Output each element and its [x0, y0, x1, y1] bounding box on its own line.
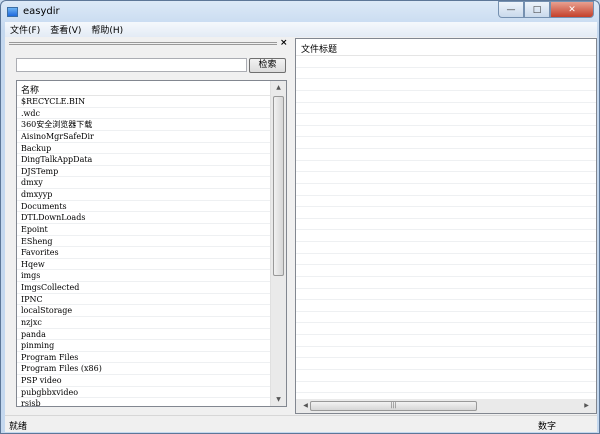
- app-window: easydir — □ ✕ 文件(F) 查看(V) 帮助(H) × 检索 名称 …: [0, 0, 600, 434]
- list-item[interactable]: Documents: [17, 201, 271, 213]
- empty-row: [296, 300, 596, 312]
- window-title: easydir: [23, 6, 60, 17]
- list-item[interactable]: imgs: [17, 270, 271, 282]
- left-pane: × 检索 名称 $RECYCLE.BIN .wdc 360安全浏览器下载 Aisino…: [5, 38, 291, 414]
- empty-row: [296, 358, 596, 370]
- list-item[interactable]: .wdc: [17, 108, 271, 120]
- list-item[interactable]: $RECYCLE.BIN: [17, 96, 271, 108]
- empty-row: [296, 265, 596, 277]
- list-item[interactable]: localStorage: [17, 305, 271, 317]
- empty-row: [296, 103, 596, 115]
- empty-row: [296, 230, 596, 242]
- empty-row: [296, 242, 596, 254]
- directory-list: 名称 $RECYCLE.BIN .wdc 360安全浏览器下载 AisinoMgrSa…: [16, 80, 287, 407]
- horizontal-scrollbar[interactable]: ◀ ||| ▶: [296, 399, 596, 413]
- empty-row: [296, 161, 596, 173]
- list-item[interactable]: pinming: [17, 340, 271, 352]
- list-item[interactable]: rsjsb: [17, 398, 271, 406]
- list-item[interactable]: Backup: [17, 143, 271, 155]
- empty-row: [296, 149, 596, 161]
- menu-bar: 文件(F) 查看(V) 帮助(H): [5, 22, 597, 37]
- empty-row: [296, 91, 596, 103]
- empty-row: [296, 68, 596, 80]
- status-bar: 就绪 数字: [5, 415, 597, 432]
- empty-row: [296, 277, 596, 289]
- list-item[interactable]: Program Files (x86): [17, 363, 271, 375]
- list-item[interactable]: panda: [17, 329, 271, 341]
- list-item[interactable]: PSP video: [17, 375, 271, 387]
- list-item[interactable]: DJSTemp: [17, 166, 271, 178]
- menu-view[interactable]: 查看(V): [45, 22, 86, 37]
- empty-row: [296, 335, 596, 347]
- list-item[interactable]: dmxyyp: [17, 189, 271, 201]
- status-text: 就绪: [9, 422, 28, 432]
- list-item[interactable]: 360安全浏览器下载: [17, 119, 271, 131]
- empty-row: [296, 126, 596, 138]
- empty-row: [296, 347, 596, 359]
- empty-row: [296, 323, 596, 335]
- column-header-name[interactable]: 名称: [17, 81, 271, 96]
- menu-help[interactable]: 帮助(H): [86, 22, 128, 37]
- list-item[interactable]: Epoint: [17, 224, 271, 236]
- empty-row: [296, 137, 596, 149]
- search-button[interactable]: 检索: [249, 58, 286, 73]
- list-item[interactable]: Favorites: [17, 247, 271, 259]
- empty-row: [296, 219, 596, 231]
- minimize-button[interactable]: —: [498, 1, 524, 18]
- app-icon: [7, 7, 18, 17]
- scroll-thumb[interactable]: [273, 96, 284, 276]
- pane-grip[interactable]: [9, 42, 277, 45]
- list-item[interactable]: IPNC: [17, 294, 271, 306]
- pane-close-icon[interactable]: ×: [280, 38, 288, 48]
- close-button[interactable]: ✕: [550, 1, 594, 18]
- empty-row: [296, 370, 596, 382]
- empty-row: [296, 172, 596, 184]
- empty-row: [296, 254, 596, 266]
- list-item[interactable]: Hqew: [17, 259, 271, 271]
- hscroll-thumb[interactable]: |||: [310, 401, 477, 411]
- numlock-indicator: 数字: [538, 422, 557, 432]
- column-header-file-title[interactable]: 文件标题: [296, 39, 596, 56]
- scroll-down-icon[interactable]: ▼: [271, 396, 286, 403]
- list-item[interactable]: ESheng: [17, 236, 271, 248]
- list-item[interactable]: DingTalkAppData: [17, 154, 271, 166]
- list-item[interactable]: nzjxc: [17, 317, 271, 329]
- empty-row: [296, 382, 596, 394]
- list-item[interactable]: Program Files: [17, 352, 271, 364]
- file-title-pane: 文件标题 ◀ ||| ▶: [295, 38, 597, 414]
- list-item[interactable]: pubgbbxvideo: [17, 387, 271, 399]
- empty-row: [296, 312, 596, 324]
- empty-row: [296, 114, 596, 126]
- empty-row: [296, 207, 596, 219]
- empty-row: [296, 79, 596, 91]
- empty-row: [296, 196, 596, 208]
- scroll-right-icon[interactable]: ▶: [579, 402, 594, 409]
- maximize-button[interactable]: □: [524, 1, 550, 18]
- vertical-scrollbar[interactable]: ▲ ▼: [270, 81, 286, 406]
- scroll-up-icon[interactable]: ▲: [271, 84, 286, 91]
- menu-file[interactable]: 文件(F): [5, 22, 45, 37]
- list-item[interactable]: AisinoMgrSafeDir: [17, 131, 271, 143]
- list-item[interactable]: DTLDownLoads: [17, 212, 271, 224]
- empty-row: [296, 289, 596, 301]
- empty-row: [296, 56, 596, 68]
- search-input[interactable]: [16, 58, 247, 72]
- empty-row: [296, 184, 596, 196]
- list-item[interactable]: dmxy: [17, 177, 271, 189]
- list-item[interactable]: ImgsCollected: [17, 282, 271, 294]
